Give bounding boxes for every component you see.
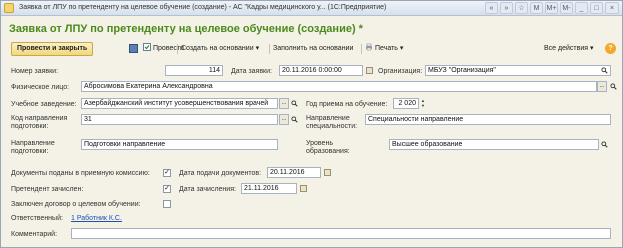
calendar-icon[interactable] — [366, 67, 373, 74]
prep-code-field[interactable]: 31 — [81, 114, 278, 125]
window-title: Заявка от ЛПУ по претенденту на целевое … — [19, 4, 387, 11]
organization-field[interactable]: МБУЗ "Организация" — [425, 65, 611, 76]
close-icon[interactable]: × — [605, 2, 619, 14]
select-button[interactable]: ... — [597, 81, 607, 92]
fill-based-on-button[interactable]: Заполнить на основании — [273, 42, 353, 56]
search-icon[interactable] — [291, 116, 298, 123]
year-stepper[interactable]: ▲ ▼ — [420, 98, 426, 109]
person-label: Физическое лицо: — [11, 84, 70, 91]
select-button[interactable]: ... — [279, 114, 289, 125]
search-icon[interactable] — [291, 100, 298, 107]
printer-icon — [366, 43, 372, 51]
contract-label: Заключен договор о целевом обучении: — [11, 201, 141, 208]
organization-label: Организация: — [378, 68, 423, 75]
app-window: Заявка от ЛПУ по претенденту на целевое … — [0, 0, 623, 248]
select-button[interactable]: ... — [279, 98, 289, 109]
date-label: Дата заявки: — [231, 68, 272, 75]
chevron-down-icon: ▾ — [589, 45, 594, 52]
number-label: Номер заявки: — [11, 68, 59, 75]
search-icon[interactable] — [610, 83, 617, 90]
print-label: Печать — [375, 45, 398, 52]
enrolled-checkbox[interactable]: ✓ — [163, 185, 171, 193]
specialty-direction-label-line2: специальности: — [306, 123, 358, 130]
school-field[interactable]: Азербайджанский институт усовершенствова… — [81, 98, 278, 109]
documents-submitted-checkbox[interactable]: ✓ — [163, 169, 171, 177]
calendar-icon[interactable] — [300, 185, 307, 192]
toolbar-divider — [361, 44, 362, 54]
documents-date-label: Дата подачи документов: — [179, 170, 262, 177]
minimize-icon[interactable]: _ — [575, 2, 588, 14]
create-based-on-menu[interactable]: Создать на основании ▾ — [181, 42, 259, 56]
education-level-label: Уровень — [306, 140, 333, 147]
contract-checkbox[interactable] — [163, 200, 171, 208]
maximize-icon[interactable]: □ — [590, 2, 603, 14]
create-based-on-label: Создать на основании — [181, 45, 254, 52]
chevron-down-icon: ▾ — [399, 45, 404, 52]
app-icon — [4, 3, 14, 13]
prep-direction-field[interactable]: Подготовки направление — [81, 139, 278, 150]
documents-date-field[interactable]: 20.11.2016 — [267, 167, 321, 178]
all-actions-menu[interactable]: Все действия ▾ — [544, 42, 594, 56]
memory-subtract-button[interactable]: M- — [560, 2, 573, 14]
toolbar-divider — [269, 44, 270, 54]
favorite-icon[interactable]: ☆ — [515, 2, 528, 14]
comment-field[interactable] — [71, 228, 611, 239]
year-label: Год приема на обучение: — [306, 101, 388, 108]
education-level-field[interactable]: Высшее образование — [389, 139, 599, 150]
window-controls: « » ☆ M M+ M- _ □ × — [485, 2, 619, 14]
responsible-label: Ответственный: — [11, 215, 63, 222]
memory-button[interactable]: M — [530, 2, 543, 14]
toolbar-divider — [177, 44, 178, 54]
date-field[interactable]: 20.11.2016 0:00:00 — [279, 65, 363, 76]
all-actions-label: Все действия — [544, 45, 589, 52]
save-icon[interactable] — [129, 44, 138, 53]
calendar-icon[interactable] — [324, 169, 331, 176]
enrollment-date-label: Дата зачисления: — [179, 186, 236, 193]
search-icon[interactable] — [601, 67, 608, 74]
memory-add-button[interactable]: M+ — [545, 2, 558, 14]
number-field[interactable]: 114 — [165, 65, 223, 76]
enrollment-date-field[interactable]: 21.11.2016 — [241, 183, 297, 194]
search-icon[interactable] — [601, 141, 608, 148]
forward-icon[interactable]: » — [500, 2, 513, 14]
page-title: Заявка от ЛПУ по претенденту на целевое … — [9, 23, 363, 35]
year-field[interactable]: 2 020 — [393, 98, 419, 109]
specialty-direction-label: Направление — [306, 115, 350, 122]
command-bar: Провести и закрыть Провести Создать на о… — [7, 42, 618, 57]
documents-submitted-label: Документы поданы в приемную комиссию: — [11, 170, 150, 177]
responsible-link[interactable]: 1 Работник К.С. — [71, 215, 122, 222]
prep-direction-label: Направление — [11, 140, 55, 147]
post-icon — [143, 43, 151, 51]
prep-code-label: Код направления — [11, 115, 68, 122]
person-field[interactable]: Абросимова Екатерина Александровна — [81, 81, 597, 92]
print-menu[interactable]: Печать ▾ — [365, 42, 403, 56]
post-and-close-button[interactable]: Провести и закрыть — [11, 42, 94, 56]
school-label: Учебное заведение: — [11, 101, 77, 108]
comment-label: Комментарий: — [11, 231, 58, 238]
chevron-down-icon: ▾ — [255, 45, 260, 52]
title-bar: Заявка от ЛПУ по претенденту на целевое … — [1, 1, 622, 16]
education-level-label-line2: образования: — [306, 148, 350, 155]
help-icon[interactable]: ? — [605, 43, 616, 54]
prep-direction-label-line2: подготовки: — [11, 148, 49, 155]
specialty-direction-field[interactable]: Специальности направление — [365, 114, 611, 125]
post-button-label: Провести — [153, 45, 184, 52]
enrolled-label: Претендент зачислен: — [11, 186, 84, 193]
prep-code-label-line2: подготовки: — [11, 123, 49, 130]
back-icon[interactable]: « — [485, 2, 498, 14]
